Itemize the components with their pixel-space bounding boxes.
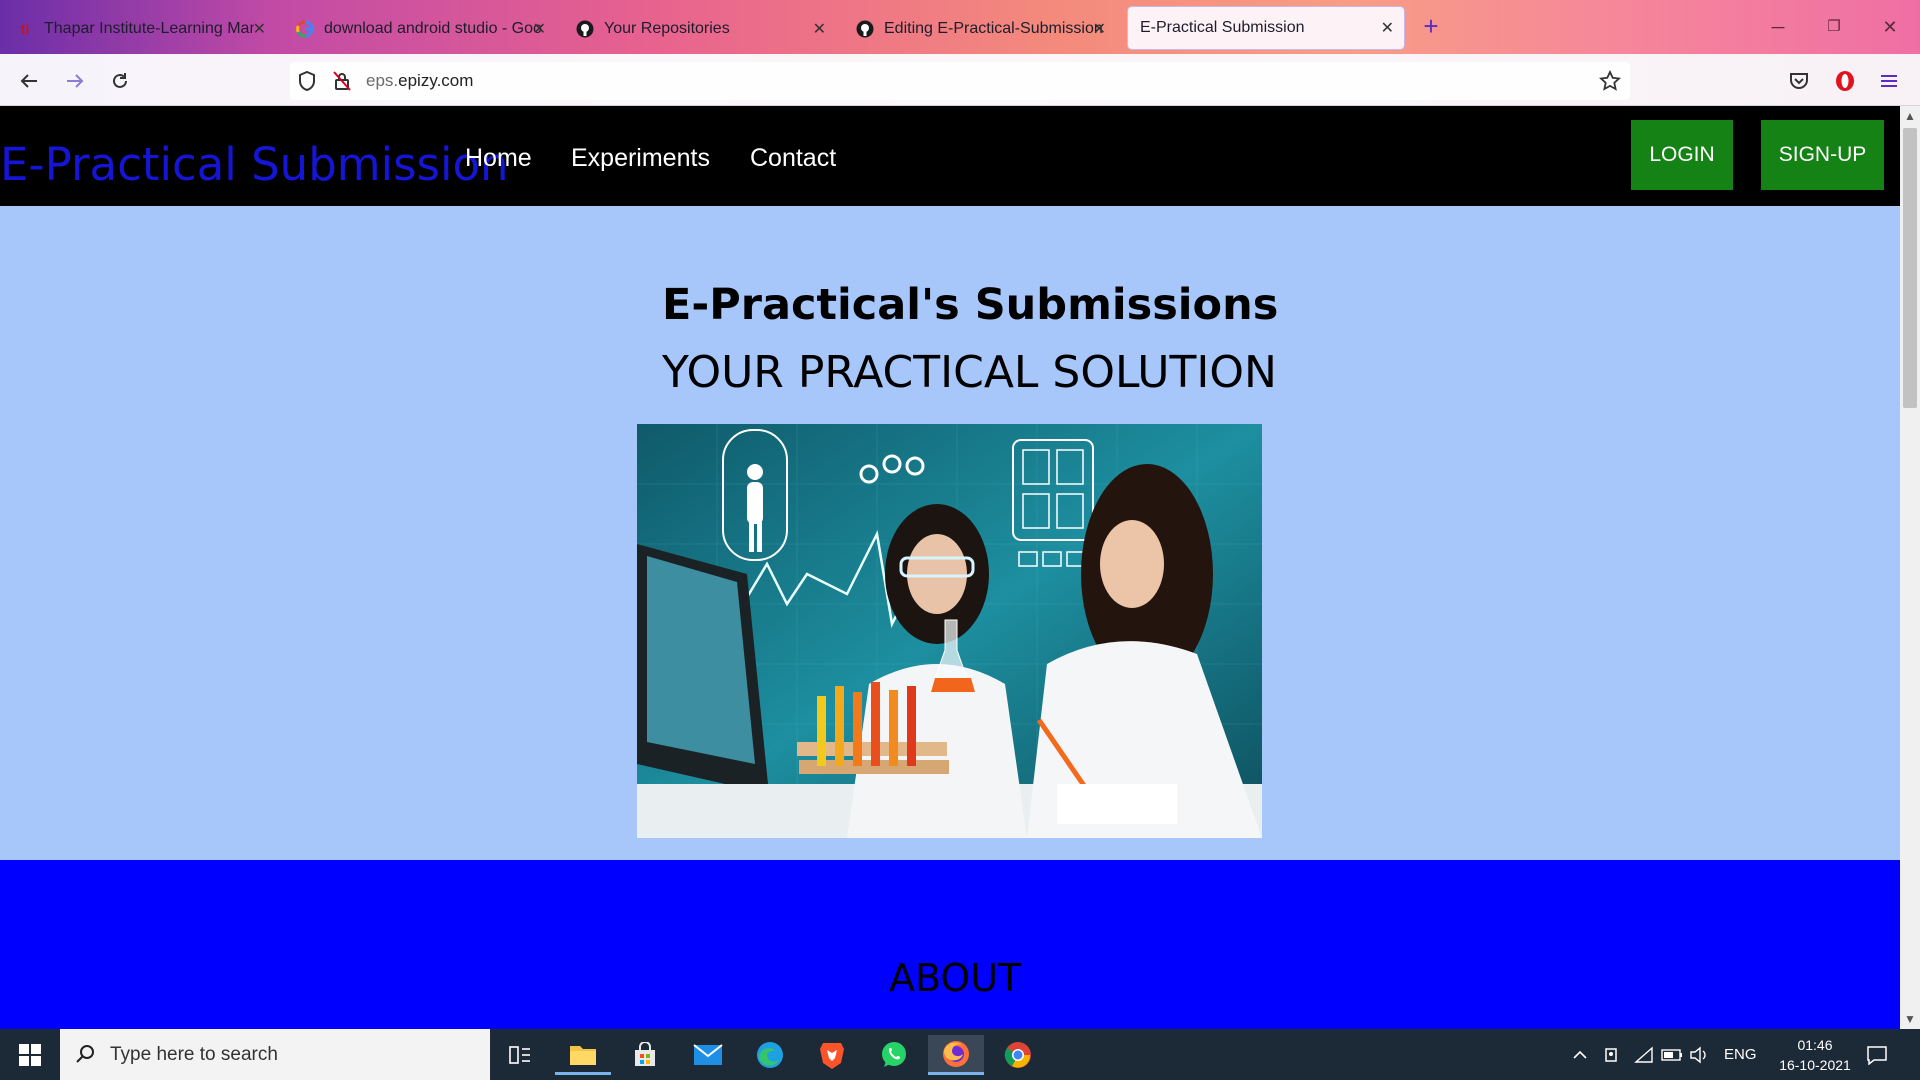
login-button[interactable]: LOGIN [1631,120,1733,190]
windows-start-icon[interactable] [0,1029,60,1080]
system-clock[interactable]: 01:46 16-10-2021 [1760,1035,1870,1075]
tab-your-repositories[interactable]: Your Repositories ✕ [564,8,836,50]
pocket-icon[interactable] [1782,64,1816,98]
hero-title: E-Practical's Submissions [662,280,1279,330]
lab-scientists-image [637,424,1262,838]
star-bookmark-icon[interactable] [1598,69,1622,97]
tab-label: Thapar Institute-Learning Mana [44,20,254,37]
task-view-icon[interactable] [492,1035,548,1075]
signup-button[interactable]: SIGN-UP [1761,120,1884,190]
close-icon[interactable]: ✕ [533,19,546,39]
reload-icon[interactable] [103,64,137,98]
url-text: eps.epizy.com [366,71,473,91]
insecure-lock-icon[interactable] [332,70,352,97]
edge-icon[interactable] [742,1035,798,1075]
close-icon[interactable]: ✕ [1381,18,1394,38]
minimize-icon[interactable]: ─ [1758,10,1798,44]
scroll-up-icon[interactable]: ▲ [1900,106,1920,126]
brave-icon[interactable] [804,1035,860,1075]
github-icon [576,20,594,38]
tab-label: Your Repositories [604,20,730,37]
nav-experiments[interactable]: Experiments [571,144,710,173]
meet-now-icon[interactable] [1603,1029,1621,1080]
new-tab-button[interactable]: + [1418,12,1444,42]
tab-label: download android studio - Goo [324,20,542,37]
forward-arrow-icon[interactable] [58,64,92,98]
tab-label: E-Practical Submission [1140,19,1305,36]
site-header: E-Practical Submission Home Experiments … [0,106,1900,206]
about-heading: ABOUT [889,956,1022,1000]
nav-home[interactable]: Home [465,144,532,173]
search-icon [74,1043,96,1070]
chrome-icon[interactable] [990,1035,1046,1075]
scrollbar-thumb[interactable] [1903,128,1917,408]
url-domain: epizy.com [398,71,474,90]
url-subdomain: eps. [366,71,399,90]
close-window-icon[interactable]: ✕ [1870,10,1910,44]
windows-taskbar: Type here to search ENG 01:46 16-10-2021 [0,1029,1920,1080]
browser-toolbar: eps.epizy.com [0,54,1920,106]
language-indicator[interactable]: ENG [1724,1029,1757,1080]
tab-e-practical-active[interactable]: E-Practical Submission ✕ [1127,6,1405,50]
taskbar-search-box[interactable]: Type here to search [60,1029,490,1080]
close-icon[interactable]: ✕ [813,19,826,39]
file-explorer-icon[interactable] [555,1035,611,1075]
shield-icon[interactable] [297,70,317,97]
clock-date: 16-10-2021 [1779,1057,1851,1073]
back-arrow-icon[interactable] [12,64,46,98]
search-placeholder: Type here to search [110,1044,278,1065]
store-icon[interactable] [617,1035,673,1075]
tab-google-search[interactable]: download android studio - Goo ✕ [284,8,556,50]
about-section: ABOUT [0,860,1900,1029]
close-icon[interactable]: ✕ [253,19,266,39]
web-page: E-Practical Submission Home Experiments … [0,106,1900,1029]
browser-tab-strip: ti Thapar Institute-Learning Mana ✕ down… [0,0,1920,54]
wifi-icon[interactable] [1634,1029,1654,1080]
google-g-icon [296,20,314,38]
github-icon [856,20,874,38]
clock-time: 01:46 [1797,1037,1833,1053]
tab-thapar[interactable]: ti Thapar Institute-Learning Mana ✕ [4,8,276,50]
restore-icon[interactable]: ❐ [1814,10,1854,44]
thapar-logo-icon: ti [20,21,30,37]
hero-section: E-Practical's Submissions YOUR PRACTICAL… [0,206,1900,860]
scroll-down-icon[interactable]: ▼ [1900,1009,1920,1029]
opera-extension-icon[interactable] [1828,64,1862,98]
tab-editing-repo[interactable]: Editing E-Practical-Submissions ✕ [844,8,1116,50]
nav-contact[interactable]: Contact [750,144,836,173]
tab-label: Editing E-Practical-Submissions [884,20,1102,37]
close-icon[interactable]: ✕ [1093,19,1106,39]
site-brand[interactable]: E-Practical Submission [0,142,509,187]
page-scrollbar[interactable]: ▲ ▼ [1900,106,1920,1029]
battery-icon[interactable] [1661,1029,1683,1080]
hero-subtitle: YOUR PRACTICAL SOLUTION [662,347,1277,398]
firefox-icon[interactable] [928,1035,984,1075]
address-bar[interactable]: eps.epizy.com [290,62,1630,100]
whatsapp-icon[interactable] [866,1035,922,1075]
hamburger-menu-icon[interactable] [1872,64,1906,98]
mail-icon[interactable] [680,1035,736,1075]
tray-chevron-icon[interactable] [1572,1029,1588,1080]
notifications-icon[interactable] [1866,1029,1888,1080]
volume-icon[interactable] [1689,1029,1709,1080]
